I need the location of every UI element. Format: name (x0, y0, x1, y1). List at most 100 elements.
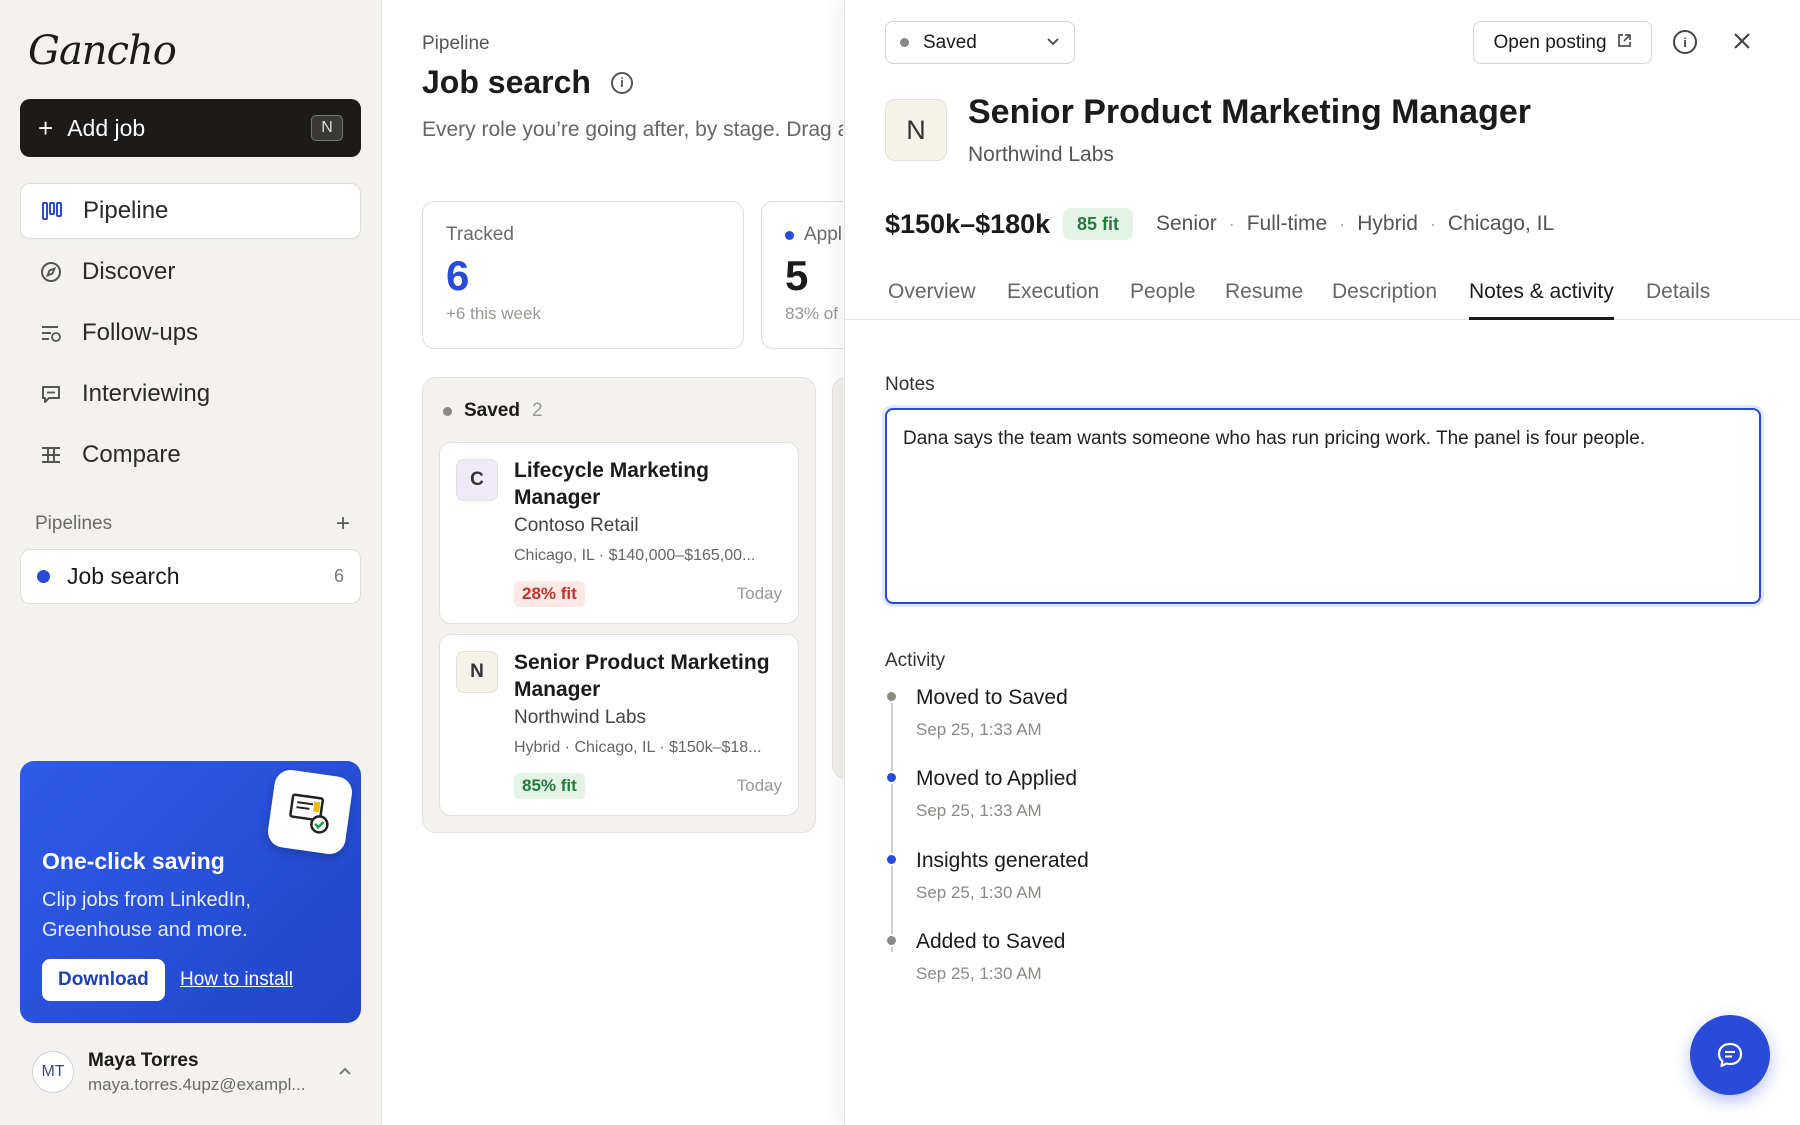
tab-description[interactable]: Description (1332, 280, 1437, 317)
activity-title: Moved to Applied (916, 767, 1078, 790)
close-icon[interactable] (1727, 26, 1757, 56)
separator-dot: · (1228, 213, 1235, 234)
activity-time: Sep 25, 1:30 AM (916, 883, 1042, 902)
stat-value: 6 (446, 252, 470, 299)
info-icon[interactable]: i (610, 71, 633, 94)
separator-dot: · (1429, 213, 1436, 234)
breadcrumb[interactable]: Pipeline (422, 33, 490, 55)
pipelines-label: Pipelines (35, 513, 113, 534)
stat-card-tracked: Tracked 6 +6 this week (422, 201, 744, 349)
nav-item-interviewing[interactable]: Interviewing (20, 366, 361, 422)
card-date: Today (736, 776, 782, 795)
salary-range: $150k–$180k (885, 209, 1051, 239)
activity-time: Sep 25, 1:30 AM (916, 964, 1042, 983)
job-title: Senior Product Marketing Manager (968, 93, 1531, 131)
clipper-icon (265, 767, 355, 857)
page-title-text: Job search (422, 64, 591, 100)
tab-people[interactable]: People (1130, 280, 1195, 317)
shortcut-badge: N (311, 115, 343, 141)
pipeline-color-dot (37, 570, 50, 583)
nav-label: Pipeline (83, 197, 169, 224)
chat-bubble-icon (1717, 1042, 1743, 1068)
nav-item-pipeline[interactable]: Pipeline (20, 183, 361, 239)
pipeline-count: 6 (333, 566, 344, 586)
download-button[interactable]: Download (42, 959, 165, 1001)
plus-icon: + (38, 113, 54, 143)
activity-title: Insights generated (916, 849, 1089, 872)
job-card[interactable]: C Lifecycle Marketing Manager Contoso Re… (439, 442, 799, 624)
chevron-up-icon (338, 1063, 352, 1081)
detail-tabs: Overview Execution People Resume Descrip… (845, 270, 1800, 320)
company-logo: N (456, 651, 498, 693)
chevron-down-icon (1046, 35, 1060, 50)
job-card[interactable]: N Senior Product Marketing Manager North… (439, 634, 799, 816)
nav-item-discover[interactable]: Discover (20, 244, 361, 300)
pipeline-item-job-search[interactable]: Job search 6 (20, 549, 361, 604)
nav-label: Compare (82, 441, 181, 468)
external-link-icon (1617, 33, 1632, 52)
tab-execution[interactable]: Execution (1007, 280, 1099, 317)
nav-label: Discover (82, 258, 176, 285)
user-name: Maya Torres (88, 1049, 199, 1071)
kanban-icon (41, 200, 63, 222)
activity-dot (885, 934, 898, 947)
chat-support-button[interactable] (1690, 1015, 1770, 1095)
activity-dot (885, 853, 898, 866)
tab-resume[interactable]: Resume (1225, 280, 1303, 317)
board-column-next (832, 377, 843, 779)
company-logo: N (885, 99, 947, 161)
pipelines-heading: Pipelines + (35, 510, 350, 538)
tab-overview[interactable]: Overview (888, 280, 976, 317)
attr-seniority: Senior (1156, 212, 1217, 235)
user-email: maya.torres.4upz@exampl... (88, 1074, 306, 1094)
separator-dot: · (1339, 213, 1346, 234)
timeline-line (891, 700, 893, 952)
status-dot (443, 406, 452, 416)
notes-textarea[interactable]: Dana says the team wants someone who has… (885, 408, 1761, 604)
status-select[interactable]: Saved (885, 21, 1075, 64)
stat-label: Tracked (446, 224, 514, 245)
company-logo: C (456, 459, 498, 501)
sidebar: Gancho + Add job N Pipeline Discover Fol… (0, 0, 382, 1125)
status-value: Saved (923, 31, 977, 53)
status-dot (900, 38, 909, 47)
avatar: MT (32, 1051, 74, 1093)
open-posting-button[interactable]: Open posting (1473, 21, 1652, 64)
column-header: Saved 2 (443, 400, 543, 422)
page-title: Job search i (422, 64, 633, 101)
promo-text: Clip jobs from LinkedIn, Greenhouse and … (42, 889, 251, 941)
tab-details[interactable]: Details (1646, 280, 1710, 317)
user-info: Maya Torres maya.torres.4upz@exampl... (88, 1050, 306, 1095)
board-column-saved: Saved 2 C Lifecycle Marketing Manager Co… (422, 377, 816, 833)
activity-dot (885, 771, 898, 784)
chat-icon (40, 383, 62, 405)
list-clock-icon (40, 322, 62, 344)
stat-note: +6 this week (446, 304, 541, 323)
how-to-install-link[interactable]: How to install (180, 959, 293, 1001)
company-name: Contoso Retail (514, 515, 639, 536)
fit-badge: 85 fit (1063, 208, 1134, 240)
promo-title: One-click saving (42, 848, 225, 874)
tab-notes-activity[interactable]: Notes & activity (1469, 280, 1614, 320)
company-name[interactable]: Northwind Labs (968, 143, 1114, 167)
nav-item-follow-ups[interactable]: Follow-ups (20, 305, 361, 361)
job-title: Senior Product Marketing Manager (514, 651, 770, 701)
card-date: Today (736, 584, 782, 603)
compass-icon (40, 261, 62, 283)
nav-item-compare[interactable]: Compare (20, 427, 361, 483)
add-job-button[interactable]: + Add job N (20, 99, 361, 157)
attr-location: Chicago, IL (1447, 212, 1555, 235)
activity-time: Sep 25, 1:33 AM (916, 801, 1042, 820)
extension-promo: One-click saving Clip jobs from LinkedIn… (20, 761, 361, 1023)
app-logo[interactable]: Gancho (28, 28, 177, 74)
info-icon[interactable]: i (1673, 30, 1697, 54)
compare-icon (40, 444, 62, 466)
page-subtitle: Every role you’re going after, by stage.… (422, 118, 843, 141)
user-menu[interactable]: MT Maya Torres maya.torres.4upz@exampl..… (32, 1049, 352, 1095)
stat-card-applied: Appl 5 83% of (761, 201, 843, 349)
add-pipeline-icon[interactable]: + (336, 510, 350, 538)
attr-workplace: Hybrid (1357, 212, 1418, 235)
stat-note: 83% of (785, 304, 838, 323)
status-dot (785, 230, 794, 240)
attr-type: Full-time (1246, 212, 1328, 235)
